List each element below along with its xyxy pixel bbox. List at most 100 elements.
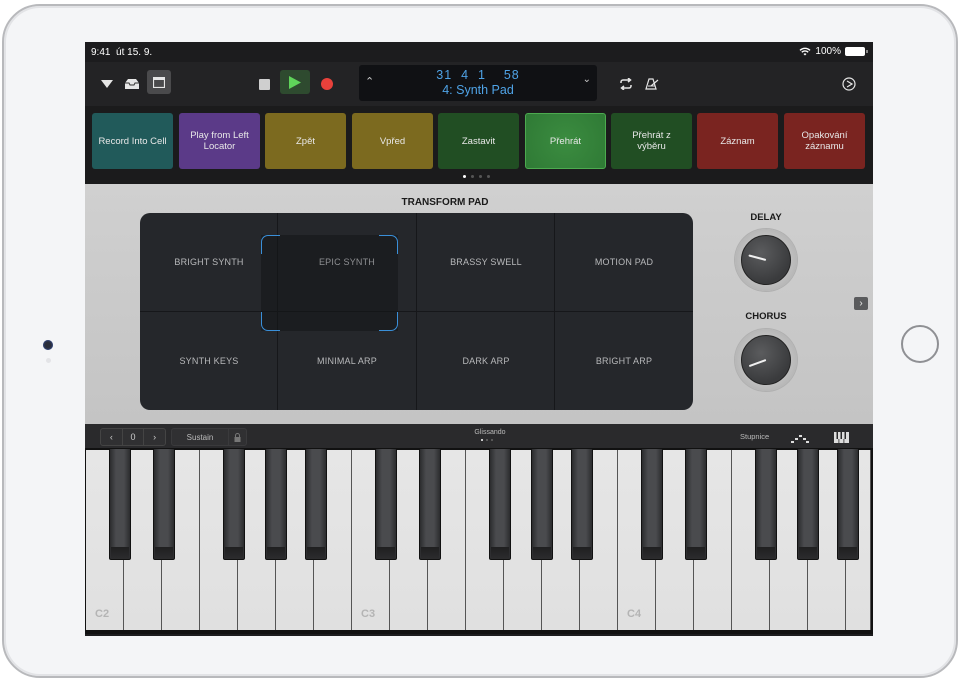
- play-button[interactable]: [280, 70, 310, 94]
- record-button[interactable]: [319, 74, 335, 94]
- black-key[interactable]: [571, 448, 593, 560]
- library-icon: [125, 79, 139, 89]
- cell-page-indicator[interactable]: [463, 175, 490, 178]
- cell-record[interactable]: Záznam: [697, 113, 778, 169]
- control-bar: ⌃ 31 4 1 58 4: Synth Pad ⌄: [85, 62, 873, 106]
- delay-knob[interactable]: [735, 229, 797, 291]
- black-key[interactable]: [109, 448, 131, 560]
- black-key[interactable]: [531, 448, 553, 560]
- cell-forward[interactable]: Vpřed: [352, 113, 433, 169]
- page-dot: [471, 175, 474, 178]
- black-key[interactable]: [265, 448, 287, 560]
- pad-cell-brassy-swell[interactable]: BRASSY SWELL: [417, 213, 555, 311]
- black-key[interactable]: [797, 448, 819, 560]
- knob-cap: [741, 235, 791, 285]
- octave-up-button[interactable]: ›: [144, 429, 165, 445]
- stop-button[interactable]: [257, 74, 271, 94]
- browser-dropdown-button[interactable]: [99, 74, 115, 94]
- black-key[interactable]: [641, 448, 663, 560]
- note-label: C3: [361, 608, 376, 620]
- chevron-down-icon[interactable]: ⌄: [583, 74, 591, 85]
- home-button[interactable]: [901, 325, 939, 363]
- note-label: C4: [627, 608, 642, 620]
- note-label: C2: [95, 608, 110, 620]
- octave-control: ‹ 0 ›: [100, 428, 166, 446]
- page-dot: [481, 439, 483, 441]
- chevron-right-icon[interactable]: ›: [854, 297, 868, 310]
- status-right: 100%: [799, 46, 868, 57]
- sustain-control: Sustain: [171, 428, 247, 446]
- transform-pad[interactable]: BRIGHT SYNTH EPIC SYNTH BRASSY SWELL MOT…: [140, 213, 693, 410]
- pad-cell-synth-keys[interactable]: SYNTH KEYS: [140, 312, 278, 410]
- battery-icon: [845, 47, 868, 56]
- octave-value: 0: [123, 429, 145, 445]
- metronome-icon: [645, 78, 659, 90]
- sensor-dot: [46, 358, 51, 363]
- page-dot: [486, 439, 488, 441]
- play-icon: [289, 75, 301, 89]
- camera-icon: [43, 340, 53, 350]
- black-key[interactable]: [685, 448, 707, 560]
- cell-record-into-cell[interactable]: Record Into Cell: [92, 113, 173, 169]
- black-key[interactable]: [489, 448, 511, 560]
- metronome-button[interactable]: [643, 74, 661, 94]
- delay-label: DELAY: [750, 212, 782, 223]
- page-dot: [479, 175, 482, 178]
- pad-cell-bright-synth[interactable]: BRIGHT SYNTH: [140, 213, 278, 311]
- library-button[interactable]: [123, 74, 141, 94]
- cell-stop[interactable]: Zastavit: [438, 113, 519, 169]
- octave-down-button[interactable]: ‹: [101, 429, 123, 445]
- black-key[interactable]: [223, 448, 245, 560]
- status-bar: 9:41 út 15. 9. 100%: [85, 42, 873, 62]
- sustain-button[interactable]: Sustain: [172, 429, 228, 445]
- black-key[interactable]: [375, 448, 397, 560]
- window-icon: [153, 76, 165, 88]
- black-key[interactable]: [837, 448, 859, 560]
- black-key[interactable]: [419, 448, 441, 560]
- cell-back[interactable]: Zpět: [265, 113, 346, 169]
- arpeggiator-button[interactable]: [791, 431, 809, 449]
- screen: 9:41 út 15. 9. 100% ⌃ 31 4 1 58 4: Synth…: [85, 42, 873, 636]
- piano-keys-icon: [834, 432, 849, 443]
- pad-cell-motion-pad[interactable]: MOTION PAD: [555, 213, 693, 311]
- transform-pad-title: TRANSFORM PAD: [401, 197, 489, 208]
- settings-button[interactable]: [840, 74, 858, 94]
- pad-cell-dark-arp[interactable]: DARK ARP: [417, 312, 555, 410]
- battery-percent: 100%: [815, 46, 841, 57]
- triangle-down-icon: [101, 80, 113, 88]
- piano-keyboard: C2 C3 C4: [85, 448, 873, 634]
- black-key[interactable]: [755, 448, 777, 560]
- black-key[interactable]: [305, 448, 327, 560]
- pad-cell-epic-synth[interactable]: EPIC SYNTH: [278, 213, 416, 311]
- page-dot: [491, 439, 493, 441]
- scale-button[interactable]: Stupnice: [740, 432, 769, 441]
- chorus-label: CHORUS: [745, 311, 787, 322]
- glissando-label[interactable]: Glissando: [455, 429, 525, 436]
- black-key[interactable]: [153, 448, 175, 560]
- cell-play-from-left-locator[interactable]: Play from Left Locator: [179, 113, 260, 169]
- pad-cell-bright-arp[interactable]: BRIGHT ARP: [555, 312, 693, 410]
- status-time: 9:41 út 15. 9.: [91, 47, 153, 58]
- lock-icon: [234, 432, 241, 442]
- page-dot: [487, 175, 490, 178]
- cell-cycle-record[interactable]: Opakování záznamu: [784, 113, 865, 169]
- keyboard-control-bar: ‹ 0 › Sustain Glissando Stupnice: [85, 424, 873, 448]
- lcd-display[interactable]: ⌃ 31 4 1 58 4: Synth Pad ⌄: [359, 65, 597, 101]
- stop-icon: [258, 78, 270, 90]
- settings-icon: [842, 77, 856, 91]
- wifi-icon: [799, 47, 811, 56]
- sustain-lock-button[interactable]: [228, 429, 246, 445]
- view-toggle-button[interactable]: [147, 70, 171, 94]
- lcd-position: 31 4 1 58: [436, 68, 520, 82]
- cell-play-from-selection[interactable]: Přehrát z výběru: [611, 113, 692, 169]
- cell-button-row: Record Into Cell Play from Left Locator …: [85, 106, 873, 184]
- keyboard-layout-button[interactable]: [834, 430, 849, 448]
- glissando-page-indicator[interactable]: [481, 439, 493, 441]
- arpeggiator-icon: [791, 435, 809, 443]
- page-dot: [463, 175, 466, 178]
- pad-cell-minimal-arp[interactable]: MINIMAL ARP: [278, 312, 416, 410]
- cell-play[interactable]: Přehrát: [525, 113, 606, 169]
- cycle-button[interactable]: [617, 74, 635, 94]
- chorus-knob[interactable]: [735, 329, 797, 391]
- lcd-track-name: 4: Synth Pad: [442, 83, 514, 97]
